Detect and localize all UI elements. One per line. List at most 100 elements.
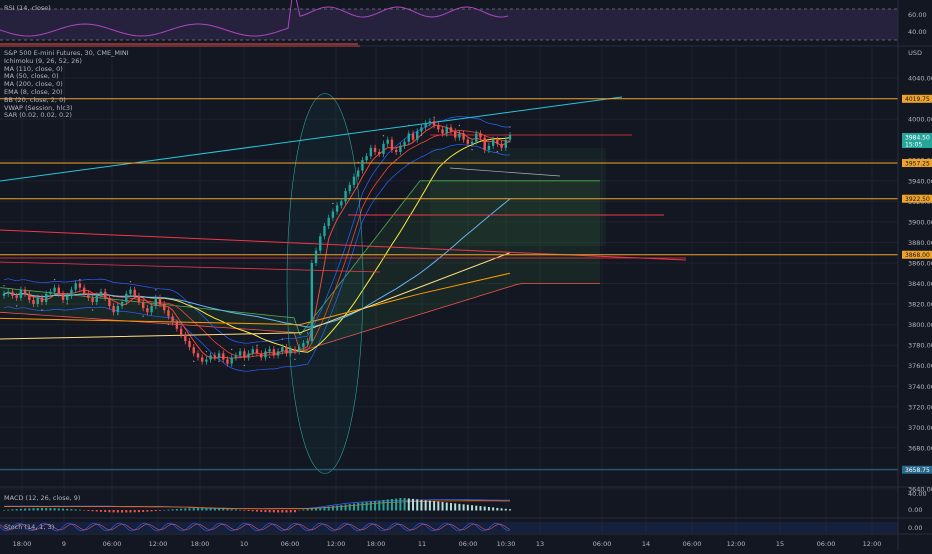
candle-body (230, 357, 233, 364)
time-tick-label: 06:00 (593, 540, 612, 548)
candle-body (289, 349, 292, 354)
macd-histogram-bar (125, 510, 128, 513)
candle-body (146, 308, 149, 313)
legend-item[interactable]: SAR (0.02, 0.02, 0.2) (4, 112, 129, 120)
macd-histogram-bar (323, 507, 326, 511)
candle-body (382, 143, 385, 155)
macd-histogram-bar (150, 510, 153, 512)
macd-histogram-bar (70, 509, 73, 511)
macd-histogram-bar (293, 510, 296, 513)
macd-histogram-bar (49, 508, 52, 511)
price-tick-label: 4000.00 (908, 116, 932, 124)
candle-body (74, 283, 77, 290)
candle-body (416, 131, 419, 140)
macd-histogram-bar (424, 500, 427, 511)
price-tick-label: 3700.00 (908, 424, 932, 432)
macd-histogram-bar (509, 509, 511, 511)
candle-body (200, 357, 204, 362)
macd-histogram-bar (395, 498, 398, 511)
candle-body (251, 349, 254, 354)
macd-histogram-bar (319, 507, 322, 511)
candle-body (120, 301, 124, 307)
candle-body (44, 293, 48, 302)
candle-body (264, 351, 267, 358)
sar-dot (395, 159, 397, 161)
rsi-pane: 60.00 40.00 (0, 0, 932, 47)
macd-title: MACD (12, 26, close, 9) (4, 494, 81, 502)
sar-dot (332, 202, 334, 205)
macd-histogram-bar (45, 508, 48, 511)
macd-histogram-bar (412, 498, 415, 511)
macd-histogram-bar (268, 510, 271, 513)
macd-histogram-bar (289, 510, 292, 513)
macd-histogram-bar (116, 510, 119, 513)
chart-svg[interactable]: 60.00 40.00 40.00 0.00 0.00 4040.00 4000.00… (0, 0, 932, 550)
macd-histogram-bar (344, 504, 347, 511)
chart-canvas[interactable]: 60.00 40.00 40.00 0.00 0.00 4040.00 4000.00… (0, 0, 932, 550)
time-axis[interactable]: 18:00 9 06:00 12:00 18:00 10 06:00 12:00 18:00 11… (0, 533, 932, 548)
candle (361, 157, 364, 174)
sar-dot (218, 360, 220, 363)
candle-body (222, 353, 225, 360)
macd-histogram-bar (226, 508, 229, 511)
candle (234, 352, 238, 361)
macd-histogram-bar (420, 499, 423, 511)
candle-body (340, 201, 343, 206)
candle-body (437, 125, 440, 130)
macd-histogram-bar (188, 508, 191, 511)
macd-histogram-bar (95, 510, 98, 512)
candle-body (310, 262, 314, 342)
macd-histogram-bar (137, 510, 140, 513)
macd-histogram-bar (365, 502, 368, 511)
candle-body (352, 176, 356, 185)
sar-dot (167, 323, 170, 326)
macd-histogram-bar (327, 506, 330, 511)
candle-body (167, 310, 170, 317)
candle-body (458, 133, 461, 138)
price-tick-label: 3680.00 (908, 444, 932, 452)
candle (310, 259, 314, 345)
macd-histogram-bar (129, 510, 132, 513)
candle-body (449, 127, 453, 132)
candle (382, 140, 385, 158)
sar-dot (382, 135, 385, 137)
candle (213, 352, 217, 361)
sar-dot (3, 285, 5, 287)
time-tick-label: 18:00 (367, 540, 386, 548)
macd-histogram-bar (112, 510, 115, 513)
candle (78, 280, 82, 291)
macd-histogram-bar (433, 501, 436, 511)
candle (357, 167, 360, 180)
candle-body (125, 293, 128, 302)
candle (251, 346, 254, 357)
price-tick-label: 3860.00 (908, 259, 932, 267)
candle-body (487, 145, 491, 150)
macd-histogram-bar (479, 506, 482, 511)
candle-body (394, 149, 398, 152)
time-tick-label: 9 (62, 540, 66, 548)
macd-histogram-bar (87, 510, 90, 511)
macd-histogram-bar (361, 502, 364, 511)
candle (260, 350, 263, 361)
candle-body (466, 139, 470, 144)
sar-dot (458, 124, 461, 127)
candle (437, 122, 440, 133)
candle-body (82, 287, 86, 294)
candle (205, 356, 208, 365)
price-label: 3957.25 (902, 159, 932, 167)
indicator-legend[interactable]: S&P 500 E-mini Futures, 30, CME_MINI Ich… (4, 49, 129, 120)
sar-dot (420, 134, 423, 137)
candle-body (99, 291, 103, 296)
candle-body (141, 301, 145, 309)
time-tick-label: 18:00 (13, 540, 32, 548)
macd-histogram-bar (19, 508, 22, 511)
macd-histogram-bar (83, 510, 86, 511)
macd-histogram-bar (7, 509, 10, 511)
macd-histogram-bar (298, 510, 301, 511)
candle (184, 331, 187, 345)
macd-histogram-bar (487, 507, 490, 511)
macd-histogram-bar (146, 510, 149, 512)
candle (247, 350, 250, 361)
candle-body (470, 141, 474, 144)
candle-body (154, 297, 157, 307)
